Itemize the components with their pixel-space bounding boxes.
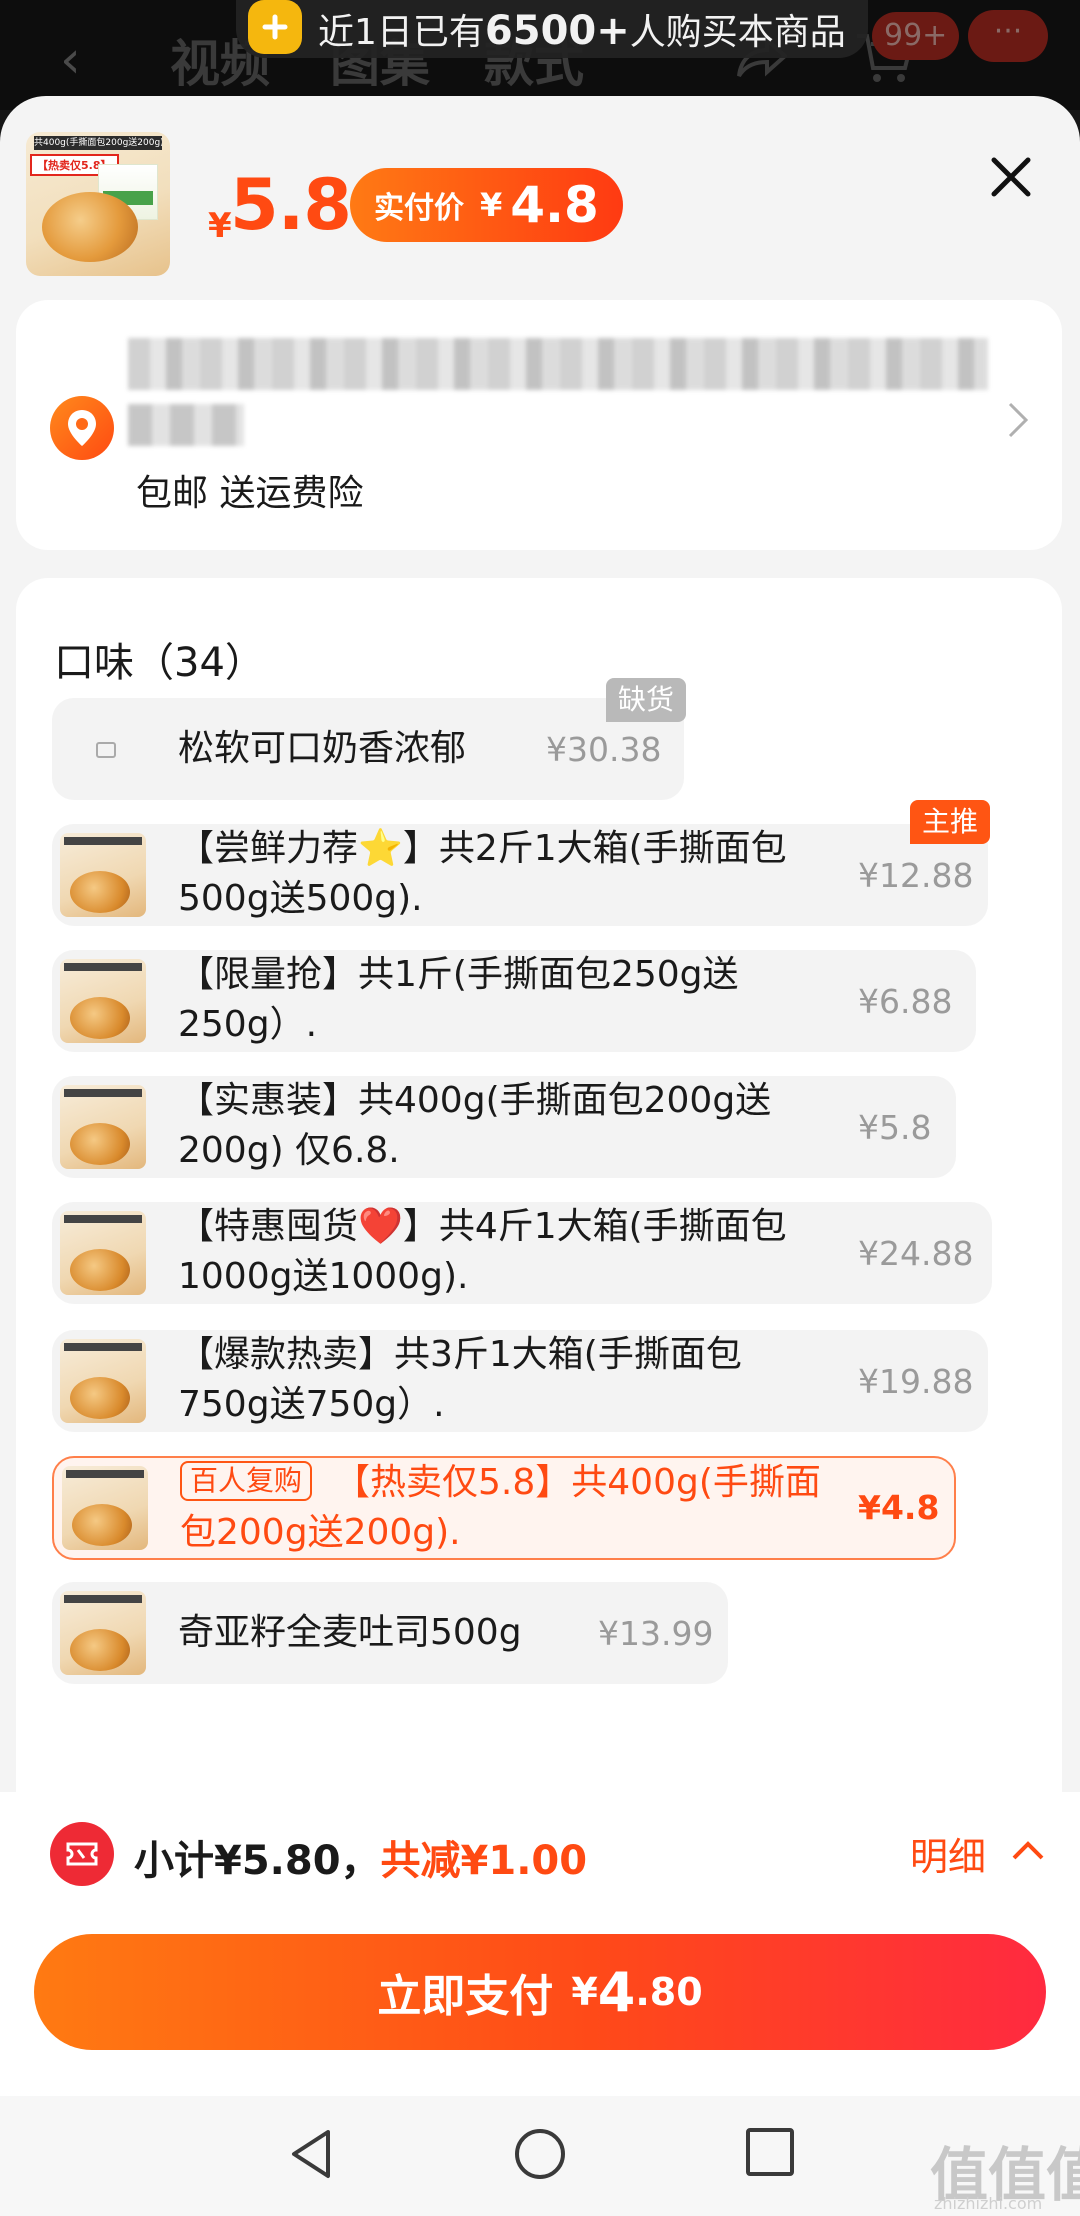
option-thumbnail: [60, 1339, 146, 1423]
close-icon[interactable]: [988, 154, 1034, 200]
pay-now-currency: ¥: [571, 1970, 598, 2014]
option-price: ¥4.8: [858, 1488, 940, 1527]
details-link[interactable]: 明细: [910, 1826, 986, 1881]
address-card[interactable]: 包邮 送运费险: [16, 300, 1062, 550]
image-placeholder-icon: [96, 742, 116, 758]
product-thumbnail[interactable]: 共400g(手撕面包200g送200g) 【热卖仅5.8】: [26, 132, 170, 276]
pay-now-button[interactable]: 立即支付 ¥ 4 .80: [34, 1934, 1046, 2050]
chevron-right-icon: [1008, 402, 1029, 438]
actual-price-pill: 实付价 ¥ 4.8: [350, 168, 623, 242]
more-icon: ···: [968, 10, 1048, 62]
price-currency: ¥: [208, 206, 232, 246]
option-thumbnail: [60, 1085, 146, 1169]
option-price: ¥19.88: [858, 1362, 974, 1401]
option-name: 【爆款热卖】共3斤1大箱(手撕面包750g送750g）.: [178, 1334, 742, 1425]
cart-badge: 99+: [872, 12, 960, 60]
option-name: 【尝鲜力荐⭐】共2斤1大箱(手撕面包500g送500g).: [178, 828, 787, 919]
chevron-up-icon[interactable]: [1010, 1838, 1046, 1862]
option-item[interactable]: 【限量抢】共1斤(手撕面包250g送250g）. ¥6.88: [52, 950, 976, 1052]
option-price: ¥30.38: [546, 730, 662, 769]
option-name: 【特惠囤货❤️】共4斤1大箱(手撕面包1000g送1000g).: [178, 1206, 787, 1297]
option-item-selected[interactable]: 百人复购 【热卖仅5.8】共400g(手撕面包200g送200g). ¥4.8: [52, 1456, 956, 1560]
option-thumbnail: [60, 959, 146, 1043]
option-thumbnail: [60, 1211, 146, 1295]
pay-now-decimal: .80: [635, 1970, 703, 2014]
back-icon: ‹: [60, 30, 81, 90]
pay-now-label: 立即支付: [377, 1971, 554, 2022]
option-item[interactable]: 松软可口奶香浓郁 ¥30.38: [52, 698, 684, 800]
option-price: ¥6.88: [858, 982, 953, 1021]
repurchase-tag: 百人复购: [180, 1461, 313, 1501]
option-thumbnail: [60, 833, 146, 917]
location-pin-icon: [50, 396, 114, 460]
option-price: ¥12.88: [858, 856, 974, 895]
option-item[interactable]: 【爆款热卖】共3斤1大箱(手撕面包750g送750g）. ¥19.88: [52, 1330, 988, 1432]
address-redacted-line2: [128, 404, 244, 446]
buyers-banner-text: 近1日已有6500+人购买本商品: [318, 8, 846, 54]
option-price: ¥24.88: [858, 1234, 974, 1273]
option-item[interactable]: 【实惠装】共400g(手撕面包200g送200g) 仅6.8. ¥5.8: [52, 1076, 956, 1178]
options-card: 口味（34） 松软可口奶香浓郁 ¥30.38 缺货 【尝鲜力荐⭐】共2斤1大箱(…: [16, 578, 1062, 1938]
discount-text: 共减¥1.00: [380, 1838, 588, 1884]
plus-bag-icon: [248, 0, 302, 54]
subtotal-text: 小计¥5.80，共减¥1.00: [134, 1838, 588, 1884]
option-price: ¥13.99: [598, 1614, 714, 1653]
buyers-banner: 近1日已有6500+人购买本商品: [236, 0, 868, 58]
pay-now-integer: 4: [597, 1960, 636, 2024]
option-thumbnail: [60, 1591, 146, 1675]
actual-price-value: 4.8: [510, 176, 599, 234]
checkout-bar: 小计¥5.80，共减¥1.00 明细 立即支付 ¥ 4 .80: [0, 1792, 1080, 2096]
address-redacted-line1: [128, 338, 988, 390]
options-title: 口味（34）: [54, 640, 265, 686]
thumb-bread: [42, 192, 138, 262]
option-name: 【实惠装】共400g(手撕面包200g送200g) 仅6.8.: [178, 1080, 772, 1171]
option-item[interactable]: 【尝鲜力荐⭐】共2斤1大箱(手撕面包500g送500g). ¥12.88: [52, 824, 988, 926]
recommended-tag: 主推: [910, 800, 991, 844]
coupon-icon: [50, 1822, 114, 1886]
nav-recents-icon[interactable]: [744, 2126, 796, 2178]
watermark-url: zhizhizhi.com: [934, 2194, 1043, 2213]
option-item[interactable]: 奇亚籽全麦吐司500g ¥13.99: [52, 1582, 728, 1684]
shipping-info: 包邮 送运费险: [136, 473, 364, 514]
out-of-stock-tag: 缺货: [606, 678, 687, 722]
price-value: 5.8: [230, 164, 352, 246]
nav-back-icon[interactable]: [286, 2126, 334, 2182]
nav-home-icon[interactable]: [512, 2126, 568, 2182]
actual-price-label: 实付价: [374, 191, 464, 226]
option-name: 【限量抢】共1斤(手撕面包250g送250g）.: [178, 954, 739, 1045]
option-item[interactable]: 【特惠囤货❤️】共4斤1大箱(手撕面包1000g送1000g). ¥24.88: [52, 1202, 992, 1304]
option-name: 松软可口奶香浓郁: [178, 728, 467, 769]
option-name: 奇亚籽全麦吐司500g: [178, 1612, 522, 1653]
option-price: ¥5.8: [858, 1108, 932, 1147]
option-thumbnail: [62, 1466, 148, 1550]
system-navigation-bar: [0, 2096, 1080, 2216]
sheet-header: 共400g(手撕面包200g送200g) 【热卖仅5.8】 ¥ 5.8 实付价 …: [0, 96, 1080, 296]
option-name: 百人复购 【热卖仅5.8】共400g(手撕面包200g送200g).: [180, 1461, 821, 1553]
thumb-caption: 共400g(手撕面包200g送200g): [34, 136, 162, 150]
actual-price-currency: ¥: [480, 186, 503, 224]
